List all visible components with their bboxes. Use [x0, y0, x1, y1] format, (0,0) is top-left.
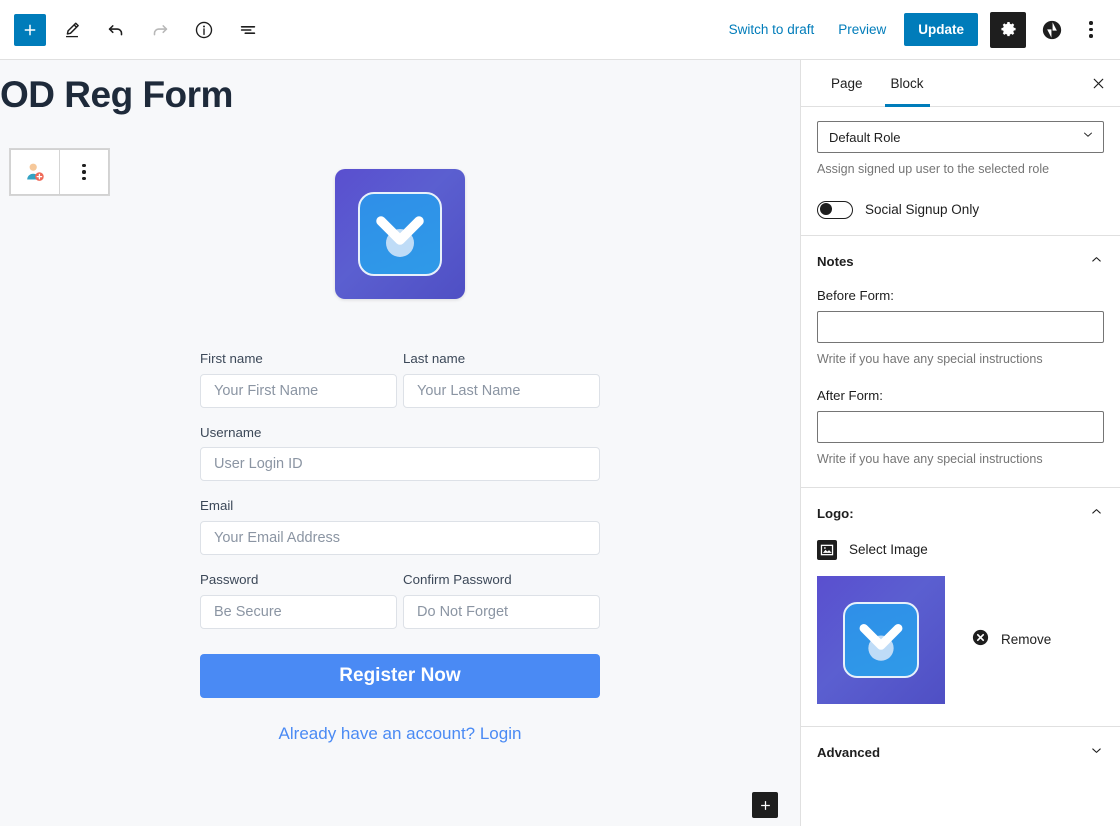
select-image-label: Select Image: [849, 542, 928, 557]
sidebar-content[interactable]: Default Role Assign signed up user to th…: [801, 107, 1120, 826]
logo-panel: Logo: Select Image Remove: [801, 488, 1120, 726]
update-button[interactable]: Update: [904, 13, 978, 46]
editor-canvas: OD Reg Form First name Your First Name L…: [0, 60, 800, 826]
jetpack-icon[interactable]: [1034, 12, 1070, 48]
field-email: Email: [200, 498, 600, 556]
page-title[interactable]: OD Reg Form: [0, 60, 800, 117]
before-form-label: Before Form:: [817, 287, 894, 303]
label-confirm-password: Confirm Password: [403, 572, 512, 588]
pencil-icon[interactable]: [54, 12, 90, 48]
password-fields-row: Password Confirm Password: [200, 572, 600, 646]
remove-logo-button[interactable]: Remove: [971, 628, 1051, 652]
preview-button[interactable]: Preview: [828, 16, 896, 43]
close-circle-icon: [971, 628, 990, 652]
chevron-down-logo-icon: [358, 191, 442, 276]
notes-panel-title: Notes: [817, 254, 854, 269]
social-signup-toggle-row[interactable]: Social Signup Only: [817, 200, 1104, 219]
field-username: Username: [200, 425, 600, 482]
label-password: Password: [200, 572, 259, 588]
notes-panel: Notes Before Form: Write if you have any…: [801, 236, 1120, 487]
last-name-input[interactable]: [403, 373, 600, 408]
add-block-button[interactable]: [14, 13, 46, 46]
close-sidebar-button[interactable]: [1076, 60, 1120, 106]
label-email: Email: [200, 498, 234, 514]
after-form-help: Write if you have any special instructio…: [817, 452, 1043, 466]
user-plus-icon[interactable]: [11, 150, 59, 194]
field-last-name: Last name: [403, 351, 600, 408]
settings-sidebar: Page Block Default Role Assign signed up…: [800, 60, 1120, 826]
switch-to-draft-button[interactable]: Switch to draft: [719, 16, 825, 43]
list-view-icon[interactable]: [230, 12, 266, 48]
editor-top-bar: Switch to draft Preview Update: [0, 0, 1120, 60]
name-fields-row: First name Last name: [200, 351, 600, 425]
settings-gear-button[interactable]: [990, 11, 1026, 48]
label-username: Username: [200, 424, 262, 440]
logo-panel-title: Logo:: [817, 506, 854, 521]
chevron-down-icon: [1089, 743, 1104, 763]
first-name-input[interactable]: [200, 373, 397, 408]
label-last-name: Last name: [403, 350, 466, 366]
vertical-ellipsis-icon: [82, 163, 86, 181]
chevron-down-logo-icon: [843, 601, 919, 678]
advanced-panel-header[interactable]: Advanced: [801, 727, 1120, 779]
logo-preview-row: Remove: [801, 575, 1120, 704]
notes-panel-body: Before Form: Write if you have any speci…: [801, 288, 1120, 487]
social-signup-label: Social Signup Only: [865, 202, 980, 217]
logo-thumbnail[interactable]: [817, 575, 945, 704]
notes-panel-header[interactable]: Notes: [801, 236, 1120, 288]
tab-block[interactable]: Block: [877, 60, 938, 107]
image-icon: [817, 539, 837, 560]
top-bar-right-tools: Switch to draft Preview Update: [719, 11, 1108, 48]
password-input[interactable]: [200, 595, 397, 630]
login-link[interactable]: Already have an account? Login: [200, 724, 600, 744]
after-form-label: After Form:: [817, 388, 883, 403]
redo-arrow-icon[interactable]: [142, 12, 178, 48]
undo-arrow-icon[interactable]: [98, 12, 134, 48]
chevron-up-icon: [1089, 252, 1104, 272]
block-toolbar: [10, 149, 109, 195]
username-input[interactable]: [200, 447, 600, 482]
email-input[interactable]: [200, 521, 600, 556]
role-section: Default Role Assign signed up user to th…: [801, 107, 1120, 236]
editor-body: OD Reg Form First name Your First Name L…: [0, 60, 1120, 826]
default-role-select-wrap: Default Role: [817, 121, 1104, 153]
info-circle-icon[interactable]: [186, 12, 222, 48]
canvas-add-block-button[interactable]: [752, 792, 778, 818]
confirm-password-input[interactable]: [403, 595, 600, 630]
register-now-button[interactable]: Register Now: [200, 654, 600, 699]
after-form-input[interactable]: [817, 411, 1104, 443]
select-image-button[interactable]: Select Image: [801, 539, 1120, 560]
block-more-options-button[interactable]: [60, 150, 108, 194]
advanced-panel: Advanced: [801, 727, 1120, 779]
social-signup-toggle[interactable]: [817, 200, 853, 219]
more-options-button[interactable]: [1074, 12, 1108, 48]
field-confirm-password: Confirm Password: [403, 572, 600, 630]
toggle-knob: [820, 203, 832, 215]
logo-panel-header[interactable]: Logo:: [801, 488, 1120, 540]
before-form-help: Write if you have any special instructio…: [817, 351, 1043, 366]
chevron-up-icon: [1089, 504, 1104, 524]
role-help-text: Assign signed up user to the selected ro…: [817, 162, 1050, 176]
remove-label: Remove: [1001, 632, 1052, 647]
vertical-ellipsis-icon: [1089, 21, 1093, 38]
top-bar-left-tools: [14, 12, 266, 48]
tab-page[interactable]: Page: [817, 60, 877, 106]
before-form-input[interactable]: [817, 310, 1104, 343]
field-first-name: First name: [200, 351, 397, 408]
sidebar-tabs: Page Block: [801, 60, 1120, 107]
label-first-name: First name: [200, 350, 263, 366]
editor-app: Switch to draft Preview Update OD Reg Fo…: [0, 0, 1120, 826]
form-logo: [335, 168, 465, 299]
field-password: Password: [200, 572, 397, 630]
registration-form-block: First name Last name Username Email: [200, 117, 600, 745]
default-role-select[interactable]: Default Role: [817, 121, 1104, 153]
advanced-panel-title: Advanced: [817, 745, 881, 760]
